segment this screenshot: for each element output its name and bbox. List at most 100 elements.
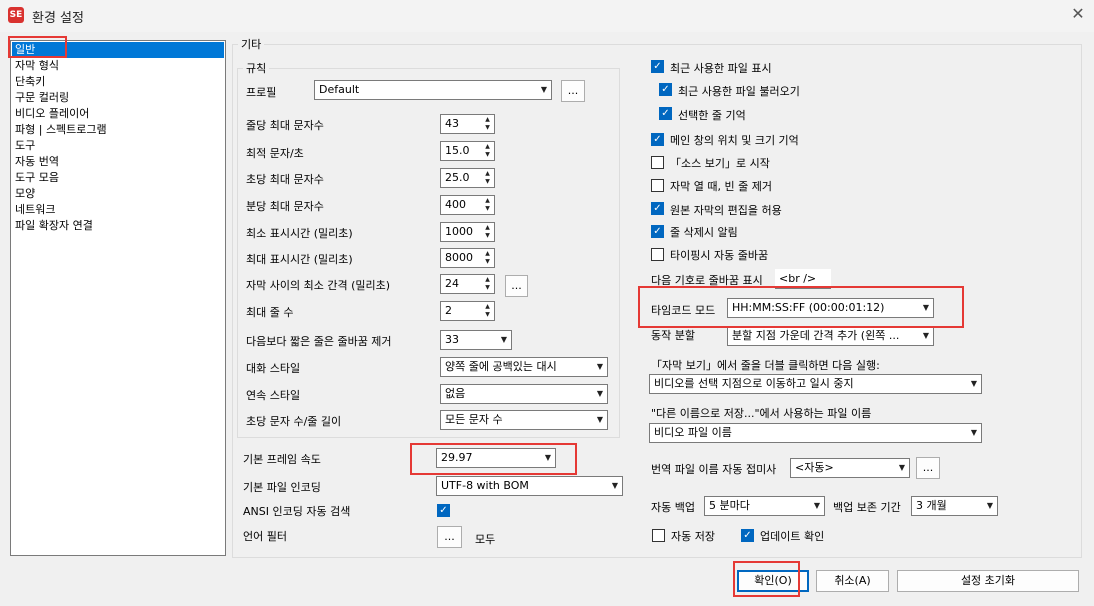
profile-select[interactable]: Default ▼ [314,80,552,100]
suffix-edit-button[interactable]: ... [916,457,940,479]
profile-value: Default [319,83,360,96]
max-lines-value: 2 [445,304,452,317]
chevron-down-icon: ▼ [898,463,905,472]
sidebar-item-syntax-coloring[interactable]: 구문 컬러링 [12,90,224,106]
chevron-down-icon: ▼ [986,501,993,510]
sidebar-item-tools[interactable]: 도구 [12,138,224,154]
optimal-cps-input[interactable]: 15.0 ▲ ▼ [440,141,495,161]
spin-arrows-icon[interactable]: ▲ ▼ [483,250,492,266]
continuation-select[interactable]: 없음 ▼ [440,384,608,404]
suffix-select[interactable]: <자동> ▼ [790,458,910,478]
show-recent-label: 최근 사용한 파일 표시 [670,62,772,75]
max-chars-line-input[interactable]: 43 ▲ ▼ [440,114,495,134]
max-duration-value: 8000 [445,251,473,264]
spin-arrows-icon[interactable]: ▲ ▼ [483,170,492,186]
ok-button[interactable]: 확인(O) [737,570,809,592]
allow-edit-checkbox[interactable]: ✓ [651,202,664,215]
min-gap-edit-button[interactable]: ... [505,275,528,297]
max-cps-label: 초당 최대 문자수 [246,173,324,186]
timecode-select[interactable]: HH:MM:SS:FF (00:00:01:12) ▼ [727,298,934,318]
cancel-button[interactable]: 취소(A) [816,570,889,592]
chevron-down-icon: ▼ [813,501,820,510]
spin-arrows-icon[interactable]: ▲ ▼ [483,224,492,240]
frame-rate-select[interactable]: 29.97 ▼ [436,448,556,468]
remember-line-label: 선택한 줄 기억 [678,109,746,122]
encoding-select[interactable]: UTF-8 with BOM ▼ [436,476,623,496]
chevron-down-icon: ▼ [596,415,603,424]
ansi-checkbox[interactable]: ✓ [437,504,450,517]
max-lines-input[interactable]: 2 ▲ ▼ [440,301,495,321]
backup-label: 자동 백업 [651,501,695,514]
dialog-style-select[interactable]: 양쪽 줄에 공백있는 대시 ▼ [440,357,608,377]
start-source-checkbox[interactable] [651,156,664,169]
language-filter-button[interactable]: ... [437,526,462,548]
cps-line-length-select[interactable]: 모든 문자 수 ▼ [440,410,608,430]
min-gap-label: 자막 사이의 최소 간격 (밀리초) [246,279,391,292]
start-source-label: 「소스 보기」로 시작 [670,157,770,170]
unbreak-select[interactable]: 33 ▼ [440,330,512,350]
sidebar-item-general[interactable]: 일반 [12,42,224,58]
autosave-checkbox[interactable] [652,529,665,542]
sidebar-item-network[interactable]: 네트워크 [12,202,224,218]
max-duration-input[interactable]: 8000 ▲ ▼ [440,248,495,268]
remove-blank-checkbox[interactable] [651,179,664,192]
profile-edit-button[interactable]: ... [561,80,585,102]
remember-window-checkbox[interactable]: ✓ [651,133,664,146]
keep-select[interactable]: 3 개월 ▼ [911,496,998,516]
min-gap-input[interactable]: 24 ▲ ▼ [440,274,495,294]
backup-select[interactable]: 5 분마다 ▼ [704,496,825,516]
sidebar-item-shortcuts[interactable]: 단축키 [12,74,224,90]
prompt-delete-label: 줄 삭제시 알림 [670,226,738,239]
chevron-down-icon: ▼ [540,85,547,94]
sidebar-item-file-associations[interactable]: 파일 확장자 연결 [12,218,224,234]
check-updates-checkbox[interactable]: ✓ [741,529,754,542]
saveas-select[interactable]: 비디오 파일 이름 ▼ [649,423,982,443]
break-symbol-input[interactable]: <br /> [775,269,831,289]
max-cps-input[interactable]: 25.0 ▲ ▼ [440,168,495,188]
spin-arrows-icon[interactable]: ▲ ▼ [483,303,492,319]
keep-value: 3 개월 [916,499,947,512]
chevron-down-icon: ▼ [611,481,618,490]
encoding-label: 기본 파일 인코딩 [243,481,321,494]
optimal-cps-label: 최적 문자/초 [246,147,304,160]
chevron-down-icon: ▼ [922,303,929,312]
max-cpm-label: 분당 최대 문자수 [246,200,324,213]
saveas-value: 비디오 파일 이름 [654,426,732,439]
chevron-down-icon: ▼ [500,335,507,344]
load-recent-checkbox[interactable]: ✓ [659,83,672,96]
spin-arrows-icon[interactable]: ▲ ▼ [483,143,492,159]
min-gap-value: 24 [445,277,459,290]
max-chars-line-label: 줄당 최대 문자수 [246,119,324,132]
auto-break-checkbox[interactable] [651,248,664,261]
spin-arrows-icon[interactable]: ▲ ▼ [483,116,492,132]
sidebar-item-subtitle-formats[interactable]: 자막 형식 [12,58,224,74]
sidebar-item-toolbar[interactable]: 도구 모음 [12,170,224,186]
close-icon[interactable]: ✕ [1068,4,1088,24]
max-cpm-input[interactable]: 400 ▲ ▼ [440,195,495,215]
split-select[interactable]: 분할 지점 가운데 간격 추가 (왼쪽 ... ▼ [727,326,934,346]
reset-settings-button[interactable]: 설정 초기화 [897,570,1079,592]
spin-arrows-icon[interactable]: ▲ ▼ [483,276,492,292]
unbreak-value: 33 [445,333,459,346]
sidebar-item-waveform[interactable]: 파형 | 스펙트로그램 [12,122,224,138]
spin-arrows-icon[interactable]: ▲ ▼ [483,197,492,213]
sidebar-item-appearance[interactable]: 모양 [12,186,224,202]
sidebar-item-video-player[interactable]: 비디오 플레이어 [12,106,224,122]
chevron-down-icon: ▼ [596,389,603,398]
sidebar-item-auto-translate[interactable]: 자동 번역 [12,154,224,170]
language-filter-label: 언어 필터 [243,530,287,543]
auto-break-label: 타이핑시 자동 줄바꿈 [670,249,769,262]
show-recent-checkbox[interactable]: ✓ [651,60,664,73]
misc-group-title: 기타 [238,36,265,52]
split-value: 분할 지점 가운데 간격 추가 (왼쪽 ... [732,329,900,342]
remember-window-label: 메인 창의 위치 및 크기 기억 [670,134,799,147]
remember-line-checkbox[interactable]: ✓ [659,107,672,120]
chevron-down-icon: ▼ [922,331,929,340]
prompt-delete-checkbox[interactable]: ✓ [651,225,664,238]
max-duration-label: 최대 표시시간 (밀리초) [246,253,353,266]
title-bar [0,0,1094,32]
continuation-value: 없음 [445,387,466,400]
keep-label: 백업 보존 기간 [833,501,901,514]
min-duration-input[interactable]: 1000 ▲ ▼ [440,222,495,242]
dblclick-select[interactable]: 비디오를 선택 지점으로 이동하고 일시 중지 ▼ [649,374,982,394]
